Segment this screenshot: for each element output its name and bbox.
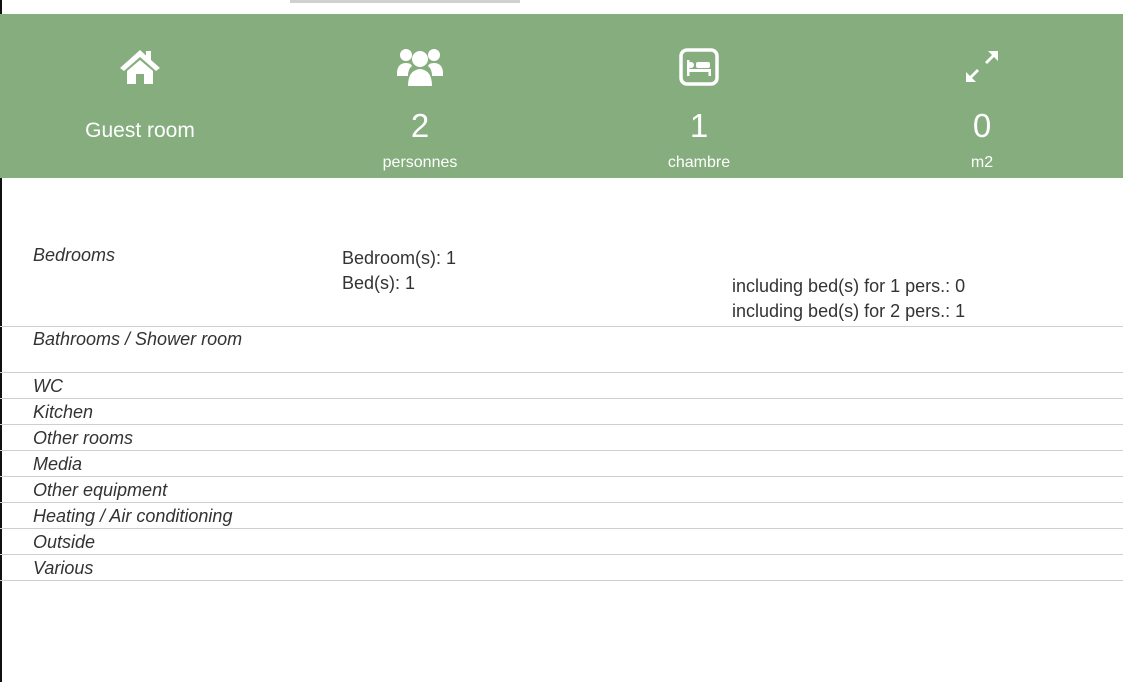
- home-icon: [118, 46, 162, 91]
- double-beds: including bed(s) for 2 pers.: 1: [732, 301, 966, 321]
- category-label: Other equipment: [33, 480, 168, 500]
- expand-icon: [962, 46, 1002, 91]
- bedroom-count: Bedroom(s): 1: [342, 248, 457, 268]
- category-label: Bathrooms / Shower room: [33, 329, 243, 349]
- persons-unit: personnes: [382, 154, 458, 171]
- category-row: Outside: [0, 529, 1123, 555]
- stat-rooms: 1 chambre: [569, 14, 829, 178]
- category-row: WC: [0, 373, 1123, 399]
- bedrooms-row: Bedrooms Bedroom(s): 1 Bed(s): 1 includi…: [0, 243, 1123, 327]
- category-label: Other rooms: [33, 428, 134, 448]
- persons-value: 2: [410, 107, 430, 144]
- equipment-list: Bedrooms Bedroom(s): 1 Bed(s): 1 includi…: [0, 243, 1123, 581]
- bed-breakdown: including bed(s) for 1 pers.: 0 includin…: [732, 274, 965, 324]
- category-row: Heating / Air conditioning: [0, 503, 1123, 529]
- area-unit: m2: [970, 154, 994, 171]
- bed-icon: [678, 46, 720, 93]
- rooms-value: 1: [689, 107, 709, 144]
- category-row: Other rooms: [0, 425, 1123, 451]
- category-row: Bathrooms / Shower room: [0, 327, 1123, 373]
- category-label: Outside: [33, 532, 96, 552]
- rooms-unit: chambre: [667, 154, 731, 171]
- stat-persons: 2 personnes: [290, 14, 550, 178]
- bed-count: Bed(s): 1: [342, 273, 416, 293]
- stat-area: 0 m2: [852, 14, 1112, 178]
- bedrooms-counts: Bedroom(s): 1 Bed(s): 1: [342, 246, 456, 296]
- category-row: Various: [0, 555, 1123, 581]
- summary-banner: Guest room 2 personnes 1 chambre 0 m2: [0, 14, 1123, 178]
- top-divider: [290, 0, 520, 3]
- area-value: 0: [972, 107, 992, 144]
- room-type-label: Guest room: [85, 119, 195, 142]
- category-row: Kitchen: [0, 399, 1123, 425]
- stat-type: Guest room: [10, 14, 270, 178]
- category-row: Other equipment: [0, 477, 1123, 503]
- single-beds: including bed(s) for 1 pers.: 0: [732, 276, 966, 296]
- category-label: WC: [33, 376, 63, 396]
- category-row: Media: [0, 451, 1123, 477]
- category-label: Heating / Air conditioning: [33, 506, 233, 526]
- bedrooms-label: Bedrooms: [33, 245, 116, 265]
- category-label: Kitchen: [33, 402, 94, 422]
- category-label: Various: [33, 558, 94, 578]
- category-label: Media: [33, 454, 83, 474]
- users-icon: [396, 46, 444, 93]
